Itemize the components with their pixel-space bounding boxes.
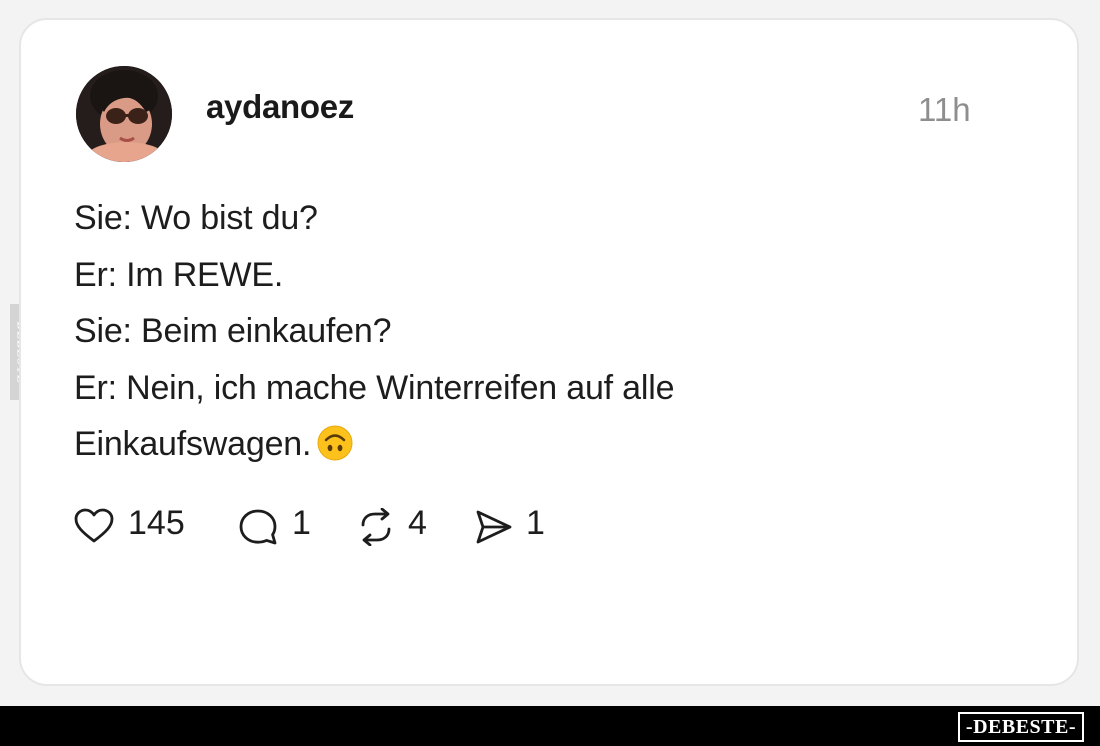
footer-bar: -DEBESTE- <box>0 706 1100 746</box>
post-line: Sie: Beim einkaufen? <box>74 312 392 350</box>
reply-button[interactable]: 1 <box>238 502 312 548</box>
like-button[interactable]: 145 <box>74 502 198 548</box>
post-line: Sie: Wo bist du? <box>74 199 318 237</box>
username[interactable]: aydanoez <box>206 88 354 126</box>
post-line: Einkaufswagen. <box>74 425 312 463</box>
repost-count: 4 <box>408 504 427 542</box>
footer-watermark-logo: -DEBESTE- <box>957 712 1084 742</box>
post-line: Er: Nein, ich mache Winterreifen auf all… <box>74 368 675 407</box>
post-line-last: Einkaufswagen. <box>74 416 974 479</box>
avatar[interactable] <box>76 66 172 162</box>
share-button[interactable]: 1 <box>474 502 548 548</box>
reply-count: 1 <box>292 504 311 542</box>
upside-down-face-emoji-icon <box>317 422 353 479</box>
send-icon <box>476 510 512 544</box>
like-count: 145 <box>128 504 185 542</box>
comment-icon <box>239 509 277 545</box>
heart-icon <box>74 508 114 543</box>
share-count: 1 <box>526 504 545 542</box>
repost-button[interactable]: 4 <box>356 502 432 548</box>
post-line: Er: Im REWE. <box>74 255 284 294</box>
post-text: Sie: Wo bist du? Er: Im REWE. Sie: Beim … <box>74 190 974 479</box>
post-timestamp: 11h <box>918 91 971 128</box>
repost-icon <box>361 508 391 546</box>
page-background: DEBESTE aydanoez 11h Sie: Wo bist du? Er… <box>0 0 1100 706</box>
